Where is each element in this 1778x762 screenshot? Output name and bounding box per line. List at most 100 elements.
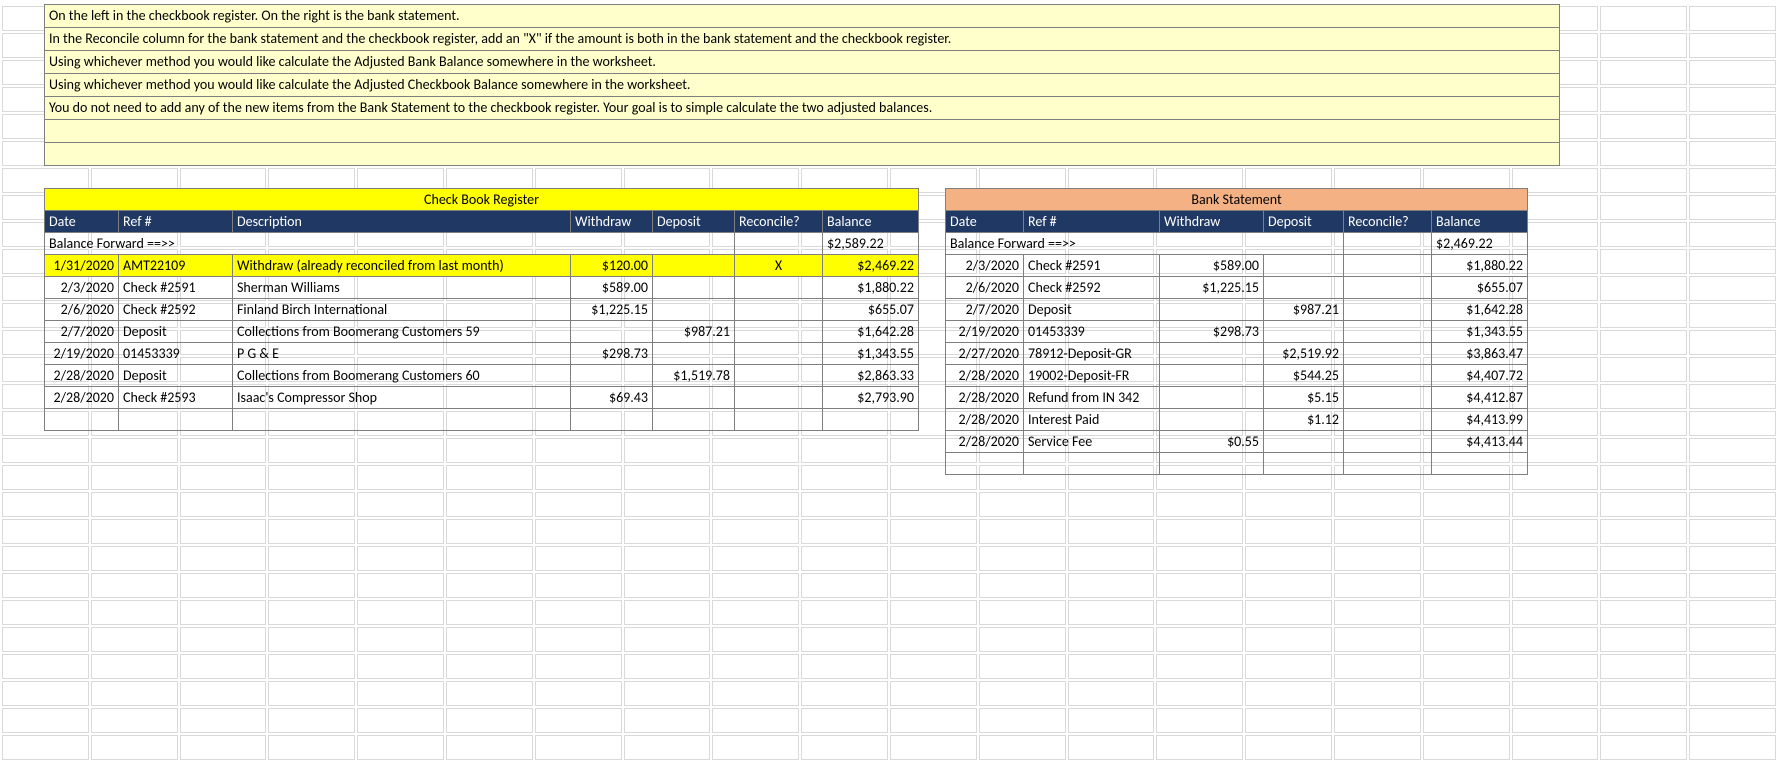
cell[interactable]: $3,863.47 <box>1432 343 1528 365</box>
cell[interactable] <box>653 255 735 277</box>
cell[interactable]: $589.00 <box>1160 255 1264 277</box>
cell[interactable]: X <box>735 255 823 277</box>
cell[interactable]: Check #2591 <box>1024 255 1160 277</box>
cell[interactable] <box>1160 365 1264 387</box>
cell[interactable]: Check #2592 <box>1024 277 1160 299</box>
cell[interactable] <box>735 233 823 255</box>
table-row[interactable]: 2/27/202078912-Deposit-GR $2,519.92 $3,863… <box>946 343 1528 365</box>
cell[interactable]: $1,880.22 <box>823 277 919 299</box>
cell[interactable] <box>1344 277 1432 299</box>
col-header[interactable]: Ref # <box>119 211 233 233</box>
cell[interactable]: 2/7/2020 <box>45 321 119 343</box>
table-row[interactable]: 2/19/202001453339$298.73$1,343.55 <box>946 321 1528 343</box>
cell[interactable]: Interest Paid <box>1024 409 1160 431</box>
col-header[interactable]: Withdraw <box>1160 211 1264 233</box>
cell[interactable] <box>735 343 823 365</box>
cell[interactable]: Check #2593 <box>119 387 233 409</box>
cell[interactable]: $2,469.22 <box>823 255 919 277</box>
cell[interactable]: $69.43 <box>571 387 653 409</box>
cell[interactable] <box>1344 431 1432 453</box>
cell[interactable] <box>1160 409 1264 431</box>
cell[interactable] <box>735 299 823 321</box>
cell[interactable] <box>1264 431 1344 453</box>
table-row[interactable]: 2/3/2020Check #2591$589.00 $1,880.22 <box>946 255 1528 277</box>
cell[interactable] <box>653 277 735 299</box>
col-header[interactable]: Reconcile? <box>735 211 823 233</box>
cell[interactable] <box>735 365 823 387</box>
cell[interactable] <box>1344 255 1432 277</box>
col-header[interactable]: Deposit <box>653 211 735 233</box>
cell[interactable]: Collections from Boomerang Customers 60 <box>233 365 571 387</box>
col-header[interactable]: Balance <box>1432 211 1528 233</box>
balance-forward-value[interactable]: $2,589.22 <box>823 233 919 255</box>
cell[interactable]: 2/7/2020 <box>946 299 1024 321</box>
cell[interactable] <box>1160 343 1264 365</box>
cell[interactable]: $5.15 <box>1264 387 1344 409</box>
balance-forward-label[interactable]: Balance Forward ==>> <box>946 233 1344 255</box>
cell[interactable]: 2/3/2020 <box>946 255 1024 277</box>
cell[interactable]: $1,343.55 <box>823 343 919 365</box>
cell[interactable]: $1,880.22 <box>1432 255 1528 277</box>
cell[interactable]: 2/28/2020 <box>946 387 1024 409</box>
cell[interactable] <box>735 321 823 343</box>
cell[interactable]: Service Fee <box>1024 431 1160 453</box>
cell[interactable]: $2,519.92 <box>1264 343 1344 365</box>
cell[interactable] <box>1264 277 1344 299</box>
table-row[interactable]: 1/31/2020AMT22109Withdraw (already recon… <box>45 255 919 277</box>
cell[interactable]: 78912-Deposit-GR <box>1024 343 1160 365</box>
col-header[interactable]: Reconcile? <box>1344 211 1432 233</box>
table-row[interactable]: 2/28/2020Check #2593Isaac's Compressor S… <box>45 387 919 409</box>
cell[interactable] <box>653 343 735 365</box>
cell[interactable]: 2/28/2020 <box>45 365 119 387</box>
cell[interactable] <box>571 321 653 343</box>
table-row[interactable]: 2/6/2020Check #2592$1,225.15$655.07 <box>946 277 1528 299</box>
cell[interactable]: $298.73 <box>571 343 653 365</box>
cell[interactable] <box>1264 255 1344 277</box>
balance-forward-value[interactable]: $2,469.22 <box>1432 233 1528 255</box>
cell[interactable] <box>1160 299 1264 321</box>
col-header[interactable]: Ref # <box>1024 211 1160 233</box>
table-row[interactable]: 2/19/202001453339P G & E$298.73$1,343.55 <box>45 343 919 365</box>
cell[interactable]: $298.73 <box>1160 321 1264 343</box>
cell[interactable]: $0.55 <box>1160 431 1264 453</box>
table-row[interactable]: 2/3/2020Check #2591Sherman Williams$589.… <box>45 277 919 299</box>
cell[interactable]: Deposit <box>1024 299 1160 321</box>
cell[interactable]: $4,412.87 <box>1432 387 1528 409</box>
cell[interactable]: Collections from Boomerang Customers 59 <box>233 321 571 343</box>
cell[interactable] <box>653 299 735 321</box>
cell[interactable] <box>1344 233 1432 255</box>
table-row[interactable]: 2/7/2020Deposit$987.21$1,642.28 <box>946 299 1528 321</box>
cell[interactable] <box>571 365 653 387</box>
table-row[interactable]: 2/7/2020DepositCollections from Boomeran… <box>45 321 919 343</box>
cell[interactable] <box>1344 343 1432 365</box>
cell[interactable]: 2/28/2020 <box>946 409 1024 431</box>
cell[interactable]: 2/27/2020 <box>946 343 1024 365</box>
cell[interactable] <box>1344 321 1432 343</box>
cell[interactable]: $1,225.15 <box>1160 277 1264 299</box>
cell[interactable]: Refund from IN 342 <box>1024 387 1160 409</box>
col-header[interactable]: Date <box>45 211 119 233</box>
cell[interactable]: Deposit <box>119 321 233 343</box>
col-header[interactable]: Deposit <box>1264 211 1344 233</box>
cell[interactable]: 2/28/2020 <box>946 431 1024 453</box>
cell[interactable]: $987.21 <box>653 321 735 343</box>
cell[interactable]: $4,407.72 <box>1432 365 1528 387</box>
cell[interactable] <box>1344 299 1432 321</box>
table-row[interactable]: 2/28/202019002-Deposit-FR$544.25$4,407.7… <box>946 365 1528 387</box>
cell[interactable]: 2/19/2020 <box>45 343 119 365</box>
checkbook-register-table[interactable]: Check Book Register Date Ref # Descripti… <box>44 188 919 431</box>
cell[interactable]: 1/31/2020 <box>45 255 119 277</box>
cell[interactable]: $987.21 <box>1264 299 1344 321</box>
cell[interactable]: $120.00 <box>571 255 653 277</box>
cell[interactable]: $4,413.99 <box>1432 409 1528 431</box>
table-row[interactable]: 2/6/2020Check #2592Finland Birch Interna… <box>45 299 919 321</box>
table-row[interactable]: 2/28/2020DepositCollections from Boomera… <box>45 365 919 387</box>
cell[interactable]: $1.12 <box>1264 409 1344 431</box>
cell[interactable]: $655.07 <box>1432 277 1528 299</box>
cell[interactable]: $1,519.78 <box>653 365 735 387</box>
cell[interactable]: 2/6/2020 <box>45 299 119 321</box>
table-row[interactable]: 2/28/2020Interest Paid $1.12 $4,413.99 <box>946 409 1528 431</box>
cell[interactable]: 2/19/2020 <box>946 321 1024 343</box>
cell[interactable] <box>735 277 823 299</box>
bank-statement-table[interactable]: Bank Statement Date Ref # Withdraw Depos… <box>945 188 1528 475</box>
